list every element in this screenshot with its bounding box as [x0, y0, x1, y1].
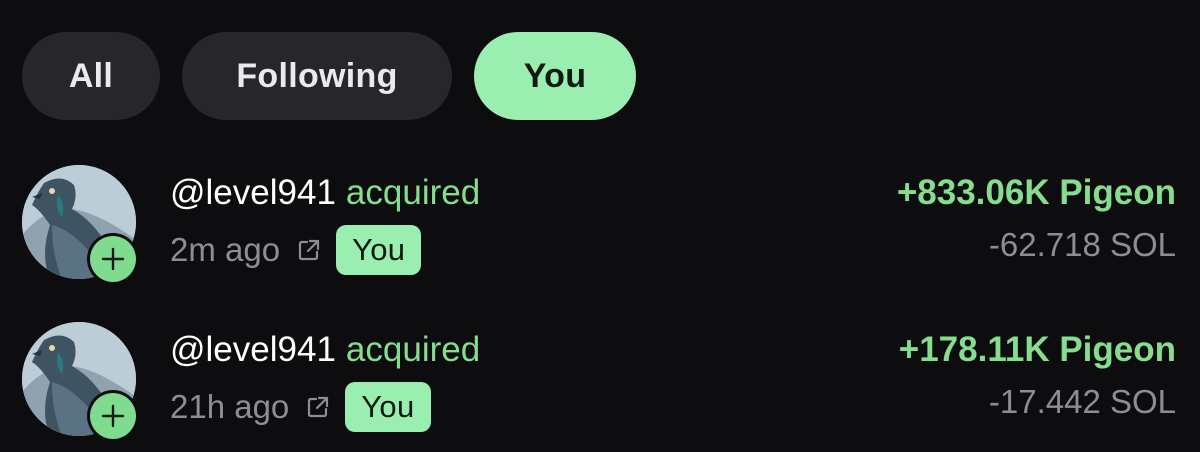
tab-all[interactable]: All	[22, 32, 160, 120]
token-amount: +178.11K Pigeon	[898, 330, 1176, 369]
follow-add-button[interactable]	[90, 236, 136, 282]
activity-meta: 2m ago You	[170, 225, 422, 275]
timestamp: 21h ago	[170, 388, 290, 425]
external-link-icon[interactable]	[305, 394, 331, 420]
user-handle-link[interactable]: @level941	[170, 330, 336, 369]
activity-title: @level941 acquired	[170, 173, 480, 213]
action-label: acquired	[345, 173, 481, 212]
sol-amount: -17.442 SOL	[988, 383, 1176, 420]
activity-row[interactable]: @level941 acquired 2m ago You +833.06K Pi…	[0, 165, 1200, 295]
token-amount: +833.06K Pigeon	[896, 173, 1176, 212]
amounts: +178.11K Pigeon -17.442 SOL	[899, 330, 1176, 422]
activity-title: @level941 acquired	[170, 330, 480, 370]
action-label: acquired	[345, 330, 481, 369]
you-badge: You	[345, 382, 431, 432]
you-badge: You	[336, 225, 422, 275]
timestamp: 2m ago	[170, 231, 281, 268]
external-link-icon[interactable]	[296, 237, 322, 263]
tab-following[interactable]: Following	[182, 32, 452, 120]
filter-tabs: All Following You	[22, 32, 636, 120]
activity-row[interactable]: @level941 acquired 21h ago You +178.11K P…	[0, 322, 1200, 452]
follow-add-button[interactable]	[90, 393, 136, 439]
user-handle-link[interactable]: @level941	[170, 173, 336, 212]
plus-icon	[101, 247, 125, 271]
sol-amount: -62.718 SOL	[988, 226, 1176, 263]
amounts: +833.06K Pigeon -62.718 SOL	[897, 173, 1176, 265]
activity-meta: 21h ago You	[170, 382, 431, 432]
plus-icon	[101, 404, 125, 428]
tab-you[interactable]: You	[474, 32, 636, 120]
